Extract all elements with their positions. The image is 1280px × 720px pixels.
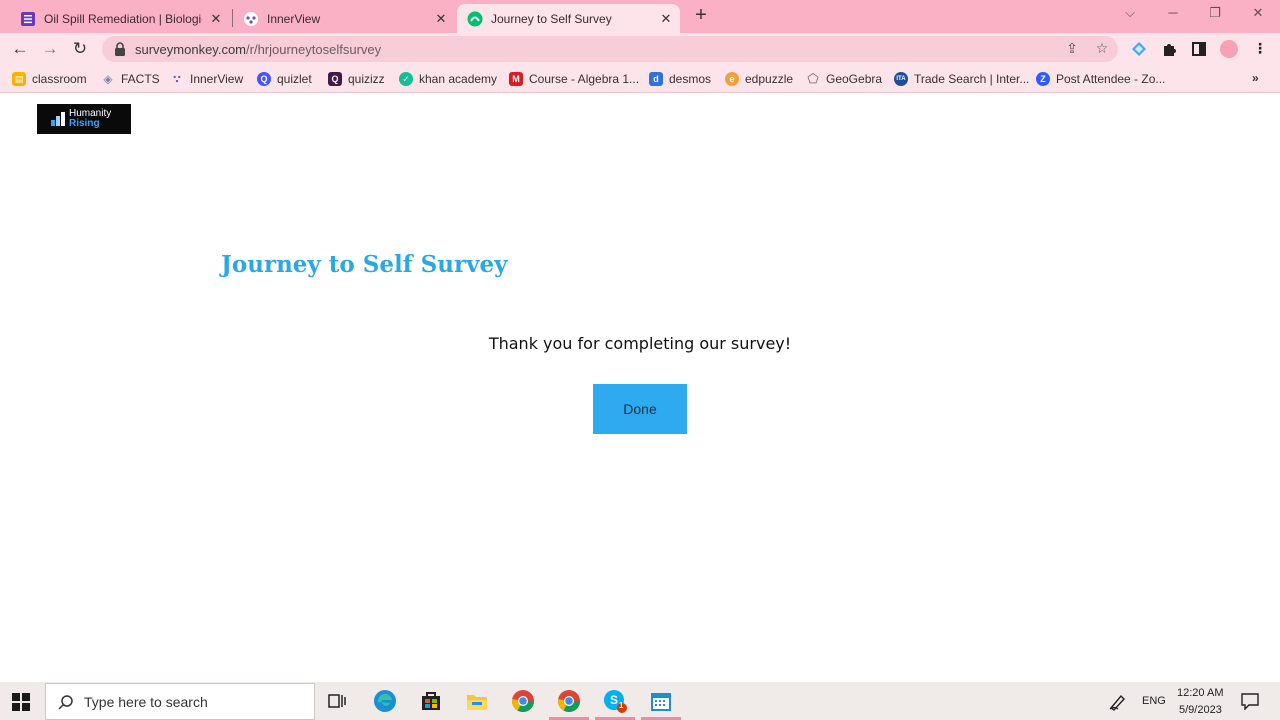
bookmark-khan-academy[interactable]: ✓ khan academy (399, 70, 497, 88)
file-explorer-icon[interactable] (464, 688, 490, 714)
classroom-icon: ▤ (12, 72, 26, 86)
language-indicator[interactable]: ENG (1142, 695, 1166, 707)
reload-icon[interactable]: ↻ (69, 38, 91, 60)
logo-bars-icon (51, 112, 65, 126)
bookmark-quizizz[interactable]: Q quizizz (328, 70, 385, 88)
tab-title: Journey to Self Survey (491, 11, 612, 26)
minimize-icon[interactable]: ─ (1158, 5, 1188, 20)
tab-search-icon[interactable]: ⌵ (1115, 5, 1145, 21)
bookmark-edpuzzle[interactable]: e edpuzzle (725, 70, 793, 88)
quizlet-icon: Q (257, 72, 271, 86)
done-button[interactable]: Done (593, 384, 687, 434)
mcgraw-icon: M (509, 72, 523, 86)
humanity-rising-logo: Humanity Rising (37, 104, 131, 134)
windows-start-icon[interactable] (12, 693, 30, 711)
bookmark-desmos[interactable]: d desmos (649, 70, 711, 88)
svg-text:S: S (610, 693, 618, 707)
close-icon[interactable]: ✕ (208, 11, 224, 27)
task-view-icon[interactable] (324, 688, 350, 714)
clock-time[interactable]: 12:20 AM (1177, 687, 1223, 699)
forward-icon[interactable]: → (39, 38, 61, 60)
clock-date[interactable]: 5/9/2023 (1179, 704, 1222, 716)
tab-oil-spill[interactable]: Oil Spill Remediation | Biological ✕ (12, 4, 230, 33)
bookmark-label: Course - Algebra 1... (529, 72, 640, 86)
pen-icon[interactable] (1105, 688, 1131, 714)
desmos-icon: d (649, 72, 663, 86)
thank-you-message: Thank you for completing our survey! (488, 334, 792, 353)
edge-icon[interactable] (372, 688, 398, 714)
ita-icon: ITA (894, 72, 908, 86)
search-placeholder: Type here to search (84, 693, 208, 710)
bookmark-innerview[interactable]: ∵ InnerView (170, 70, 243, 88)
tab-separator (232, 9, 233, 27)
edpuzzle-icon: e (725, 72, 739, 86)
calendar-icon[interactable] (648, 688, 674, 714)
bookmark-label: FACTS (121, 72, 160, 86)
skype-icon[interactable]: S 1 (602, 688, 628, 714)
store-icon[interactable] (418, 688, 444, 714)
facts-icon: ◈ (103, 72, 113, 86)
close-window-icon[interactable]: ✕ (1243, 5, 1273, 21)
quizizz-icon: Q (328, 72, 342, 86)
url-path: /r/hrjourneytoselfsurvey (246, 41, 382, 57)
bookmark-zoom[interactable]: Z Post Attendee - Zo... (1036, 70, 1165, 88)
close-icon[interactable]: ✕ (658, 11, 674, 27)
survey-page: Humanity Rising Journey to Self Survey T… (0, 96, 1280, 682)
bookmark-facts[interactable]: ◈ FACTS (101, 70, 160, 88)
bookmark-trade-search[interactable]: ITA Trade Search | Inter... (894, 70, 1029, 88)
extension-diamond-icon[interactable] (1130, 40, 1148, 58)
bookmark-algebra-course[interactable]: M Course - Algebra 1... (509, 70, 639, 88)
lock-icon (114, 42, 126, 56)
url-host: surveymonkey.com (135, 41, 247, 57)
tab-title: InnerView (267, 11, 321, 26)
skype-notification-badge: 1 (619, 701, 624, 710)
chrome-icon[interactable] (510, 688, 536, 714)
bookmark-label: Post Attendee - Zo... (1056, 72, 1166, 86)
new-tab-button[interactable]: + (690, 5, 712, 27)
chrome-active-icon[interactable] (556, 688, 582, 714)
bookmark-quizlet[interactable]: Q quizlet (257, 70, 312, 88)
bookmark-label: quizizz (348, 72, 385, 86)
bookmark-label: desmos (669, 72, 712, 86)
bookmark-geogebra[interactable]: ⬠ GeoGebra (806, 70, 882, 88)
more-bookmarks-icon[interactable]: » (1252, 71, 1259, 85)
extensions-puzzle-icon[interactable] (1160, 40, 1178, 58)
tab-title: Oil Spill Remediation | Biological (44, 11, 202, 26)
bookmark-label: GeoGebra (826, 72, 883, 86)
notifications-icon[interactable] (1237, 688, 1263, 714)
bookmark-label: edpuzzle (745, 72, 794, 86)
surveymonkey-icon (467, 11, 483, 27)
logo-text-line2: Rising (69, 118, 100, 129)
search-icon (58, 694, 74, 710)
address-bar[interactable]: surveymonkey.com/r/hrjourneytoselfsurvey (102, 36, 1118, 62)
taskbar-search-input[interactable]: Type here to search (45, 683, 315, 720)
geogebra-icon: ⬠ (807, 71, 819, 86)
url-text: surveymonkey.com/r/hrjourneytoselfsurvey (135, 42, 381, 57)
bookmark-classroom[interactable]: ▤ classroom (12, 70, 87, 88)
bookmark-label: khan academy (419, 72, 498, 86)
tab-innerview[interactable]: InnerView ✕ (235, 4, 455, 33)
tab-journey-survey[interactable]: Journey to Self Survey ✕ (457, 4, 680, 33)
forms-icon (20, 11, 36, 27)
menu-kebab-icon[interactable]: ⋮ (1251, 40, 1269, 58)
zoom-icon: Z (1036, 72, 1050, 86)
restore-icon[interactable]: ❐ (1200, 5, 1230, 21)
close-icon[interactable]: ✕ (433, 11, 449, 27)
page-title: Journey to Self Survey (221, 251, 508, 278)
bookmark-label: Trade Search | Inter... (914, 72, 1030, 86)
khan-icon: ✓ (399, 72, 413, 86)
profile-avatar[interactable] (1220, 40, 1238, 58)
bookmark-label: quizlet (277, 72, 312, 86)
innerview-icon: ∵ (173, 73, 181, 86)
bookmark-label: classroom (32, 72, 87, 86)
bookmark-star-icon[interactable]: ☆ (1093, 40, 1111, 58)
bookmark-label: InnerView (190, 72, 244, 86)
side-panel-icon[interactable] (1190, 40, 1208, 58)
back-icon[interactable]: ← (9, 38, 31, 60)
share-icon[interactable]: ⇪ (1063, 40, 1081, 58)
innerview-icon (243, 11, 259, 27)
